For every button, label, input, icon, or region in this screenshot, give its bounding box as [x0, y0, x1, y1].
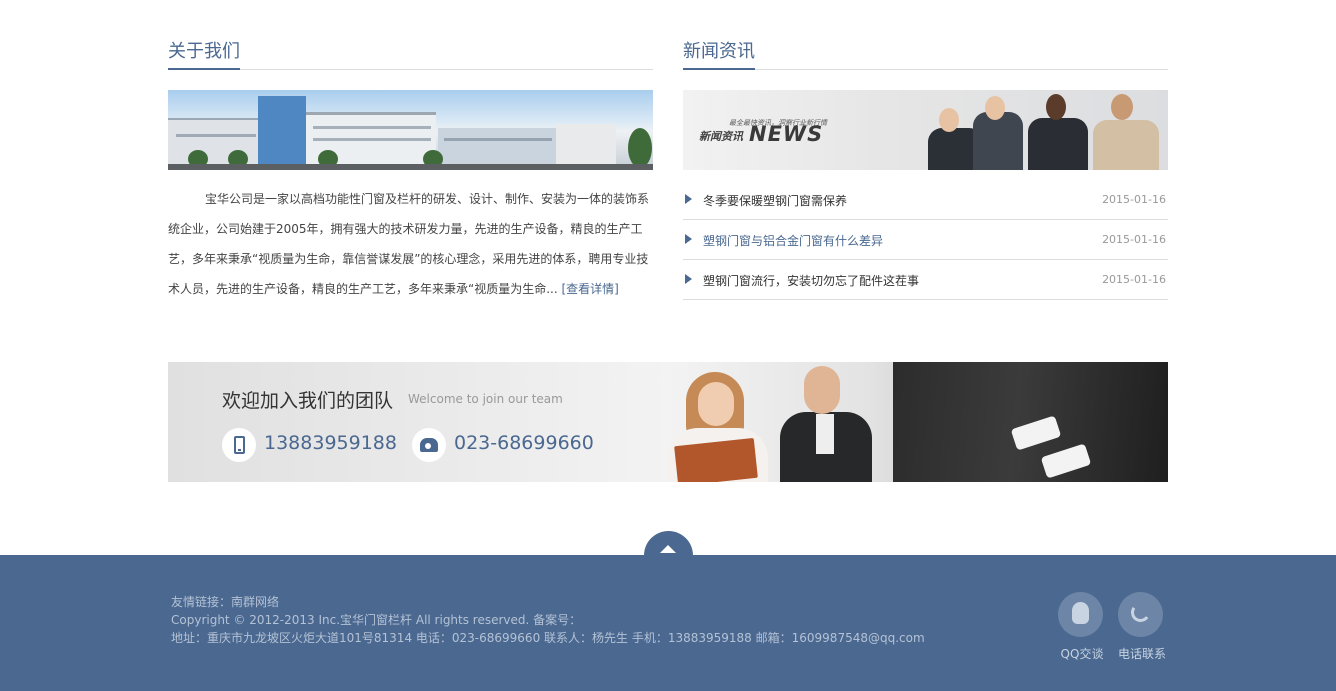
- news-item-title[interactable]: 冬季要保暖塑钢门窗需保养: [703, 192, 847, 209]
- phone-contact-button[interactable]: 电话联系: [1110, 592, 1170, 664]
- footer: 友情链接：南群网络 Copyright © 2012-2013 Inc.宝华门窗…: [0, 555, 1336, 691]
- phone-icon: [1118, 592, 1163, 637]
- arrow-up-icon: [660, 545, 676, 553]
- footer-links[interactable]: 友情链接：南群网络: [171, 593, 925, 611]
- footer-info: 友情链接：南群网络 Copyright © 2012-2013 Inc.宝华门窗…: [171, 593, 925, 647]
- about-section: 关于我们 宝华公司是一家以高档功能性门窗及栏杆的研发、设计、制作、安装为一体的装…: [168, 40, 653, 296]
- footer-address: 地址：重庆市九龙坡区火炬大道101号81314 电话：023-68699660 …: [171, 631, 925, 645]
- triangle-right-icon: [685, 234, 692, 244]
- news-list: 冬季要保暖塑钢门窗需保养 2015-01-16 塑钢门窗与铝合金门窗有什么差异 …: [683, 180, 1168, 300]
- team-photo-man: [778, 362, 878, 482]
- phone-contact-label: 电话联系: [1117, 647, 1166, 661]
- news-banner-image: 最全最快资讯，洞察行业新行情 新闻资讯 NEWS: [683, 90, 1168, 170]
- team-subtitle: Welcome to join our team: [408, 392, 563, 406]
- team-phone-number: 023-68699660: [454, 432, 594, 454]
- triangle-right-icon: [685, 274, 692, 284]
- triangle-right-icon: [685, 194, 692, 204]
- join-team-banner: 欢迎加入我们的团队 Welcome to join our team 13883…: [168, 362, 1168, 482]
- about-banner-image: [168, 90, 653, 170]
- about-paragraph: 宝华公司是一家以高档功能性门窗及栏杆的研发、设计、制作、安装为一体的装饰系统企业…: [168, 184, 653, 304]
- news-item[interactable]: 塑钢门窗流行，安装切勿忘了配件这茬事 2015-01-16: [683, 260, 1168, 300]
- about-text: 宝华公司是一家以高档功能性门窗及栏杆的研发、设计、制作、安装为一体的装饰系统企业…: [168, 192, 650, 296]
- team-photo-suit: [893, 362, 1168, 482]
- news-section: 新闻资讯 最全最快资讯，洞察行业新行情 新闻资讯 NEWS 冬季要保暖塑钢门窗需…: [683, 40, 1168, 300]
- news-item-date: 2015-01-16: [1102, 193, 1166, 206]
- news-item-title[interactable]: 塑钢门窗与铝合金门窗有什么差异: [703, 232, 883, 249]
- footer-copyright: Copyright © 2012-2013 Inc.宝华门窗栏杆 All rig…: [171, 613, 582, 627]
- news-banner-label-en: NEWS: [749, 122, 824, 146]
- telephone-icon: [412, 428, 446, 462]
- team-photo-woman: [658, 372, 778, 482]
- read-more-link[interactable]: [查看详情]: [562, 282, 619, 296]
- team-title: 欢迎加入我们的团队: [222, 390, 394, 412]
- news-item-date: 2015-01-16: [1102, 273, 1166, 286]
- team-mobile-number: 13883959188: [264, 432, 397, 454]
- news-item[interactable]: 塑钢门窗与铝合金门窗有什么差异 2015-01-16: [683, 220, 1168, 260]
- qq-icon: [1058, 592, 1103, 637]
- news-header: 新闻资讯: [683, 40, 1168, 70]
- about-title: 关于我们: [168, 40, 240, 70]
- qq-chat-button[interactable]: QQ交谈: [1050, 592, 1110, 664]
- qq-chat-label: QQ交谈: [1060, 647, 1104, 661]
- news-item-title[interactable]: 塑钢门窗流行，安装切勿忘了配件这茬事: [703, 272, 919, 289]
- news-item-date: 2015-01-16: [1102, 233, 1166, 246]
- news-banner-label: 新闻资讯: [699, 130, 743, 143]
- news-title: 新闻资讯: [683, 40, 755, 70]
- about-header: 关于我们: [168, 40, 653, 70]
- mobile-phone-icon: [222, 428, 256, 462]
- news-item[interactable]: 冬季要保暖塑钢门窗需保养 2015-01-16: [683, 180, 1168, 220]
